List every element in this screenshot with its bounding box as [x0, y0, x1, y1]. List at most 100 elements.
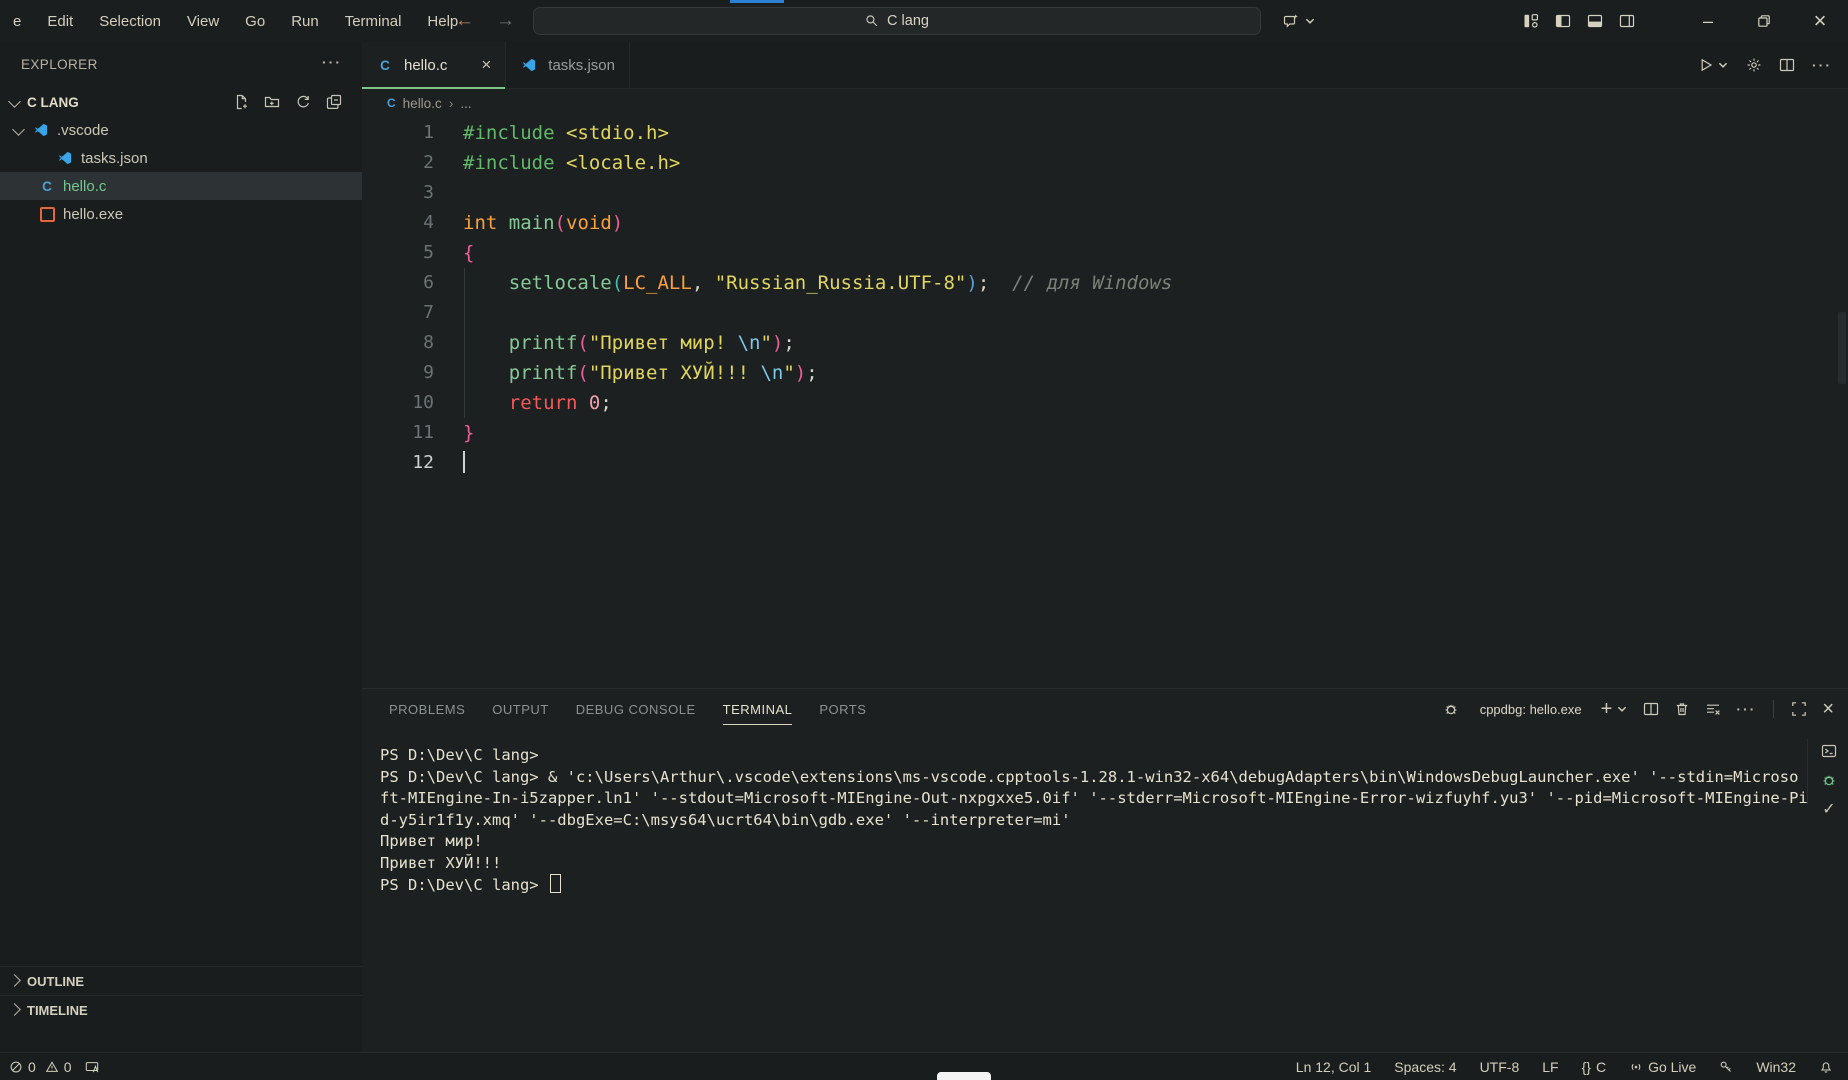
menu-item-view[interactable]: View [174, 9, 232, 34]
toggle-secondary-sidebar-icon[interactable] [1619, 13, 1635, 29]
file-row-.vscode[interactable]: .vscode [0, 116, 362, 144]
debug-bug-icon [1443, 701, 1459, 717]
outline-label: OUTLINE [27, 974, 84, 989]
debug-terminal-bug-icon[interactable] [1817, 768, 1841, 792]
code-line-7: 7 [362, 298, 1848, 328]
vscode-window: eEditSelectionViewGoRunTerminalHelp ← → … [0, 0, 1848, 1080]
platform-status[interactable]: Win32 [1756, 1059, 1796, 1075]
panel-more-icon[interactable]: ··· [1736, 701, 1756, 717]
new-file-icon[interactable] [233, 94, 249, 110]
toggle-panel-icon[interactable] [1587, 13, 1603, 29]
run-button[interactable] [1698, 57, 1729, 73]
restore-button[interactable] [1736, 0, 1792, 42]
terminal-output[interactable]: PS D:\Dev\C lang> PS D:\Dev\C lang> & 'c… [380, 745, 1808, 897]
title-bar: eEditSelectionViewGoRunTerminalHelp ← → … [0, 0, 1848, 43]
vscode-icon [522, 58, 536, 72]
menu-item-terminal[interactable]: Terminal [332, 9, 415, 34]
tab-label: tasks.json [548, 57, 615, 74]
tab-tasks.json[interactable]: tasks.json [506, 42, 630, 88]
menu-item-e[interactable]: e [0, 9, 34, 34]
close-button[interactable]: × [1792, 0, 1848, 42]
outline-section[interactable]: OUTLINE [0, 966, 362, 995]
file-row-hello.c[interactable]: Chello.c [0, 172, 362, 200]
explorer-more-icon[interactable]: ··· [322, 54, 342, 70]
screencast-status-icon[interactable] [85, 1060, 99, 1074]
vscode-icon [34, 123, 48, 137]
explorer-sidebar: EXPLORER ··· C LANG .vscodetasks [0, 42, 363, 1052]
terminal-line: PS D:\Dev\C lang> [380, 745, 1808, 767]
key-icon[interactable] [1719, 1060, 1733, 1074]
debug-session-label[interactable]: cppdbg: hello.exe [1480, 702, 1582, 717]
panel-tab-debug-console[interactable]: DEBUG CONSOLE [576, 698, 696, 721]
collapse-folders-icon[interactable] [326, 94, 342, 110]
tab-hello.c[interactable]: Chello.c× [362, 42, 506, 88]
eol-status[interactable]: LF [1542, 1059, 1558, 1075]
timeline-label: TIMELINE [27, 1003, 88, 1018]
breadcrumb[interactable]: C hello.c › ... [362, 88, 1848, 118]
new-terminal-button[interactable]: + [1601, 698, 1629, 721]
menu-item-go[interactable]: Go [232, 9, 278, 34]
close-icon[interactable]: × [481, 55, 491, 75]
terminal-line: d-y5ir1f1y.xmq' '--dbgExe=C:\msys64\ucrt… [380, 810, 1808, 832]
file-row-hello.exe[interactable]: hello.exe [0, 200, 362, 228]
editor-tab-bar: Chello.c× tasks.json [362, 42, 1848, 89]
chevron-down-icon [1304, 15, 1316, 27]
go-live-button[interactable]: Go Live [1629, 1059, 1696, 1075]
indentation-status[interactable]: Spaces: 4 [1394, 1059, 1456, 1075]
powershell-terminal-icon[interactable] [1817, 739, 1841, 763]
editor-more-icon[interactable]: ··· [1812, 57, 1832, 73]
menu-bar: eEditSelectionViewGoRunTerminalHelp [0, 9, 471, 34]
error-icon [9, 1060, 23, 1074]
panel-tab-problems[interactable]: PROBLEMS [389, 698, 465, 721]
bell-icon[interactable] [1819, 1060, 1833, 1074]
toggle-sidebar-icon[interactable] [1555, 13, 1571, 29]
back-arrow-icon[interactable]: ← [455, 10, 474, 32]
c-file-icon: C [42, 179, 52, 194]
customize-layout-icon[interactable] [1523, 13, 1539, 29]
taskbar-peek [937, 1072, 991, 1080]
maximize-panel-icon[interactable] [1791, 701, 1807, 717]
folder-section-header[interactable]: C LANG [0, 88, 362, 116]
copilot-button[interactable] [1283, 0, 1316, 42]
code-line-3: 3 [362, 178, 1848, 208]
kill-terminal-icon[interactable] [1674, 701, 1690, 717]
terminal-line: Привет мир! [380, 831, 1808, 853]
split-editor-icon[interactable] [1779, 57, 1795, 73]
new-folder-icon[interactable] [264, 94, 280, 110]
indent-guide [464, 268, 465, 418]
code-editor[interactable]: 1#include <stdio.h>2#include <locale.h>3… [362, 118, 1848, 688]
split-terminal-icon[interactable] [1643, 701, 1659, 717]
forward-arrow-icon[interactable]: → [496, 10, 515, 32]
code-line-4: 4int main(void) [362, 208, 1848, 238]
encoding-status[interactable]: UTF-8 [1480, 1059, 1520, 1075]
command-center-search[interactable]: C lang [533, 7, 1261, 35]
panel-tab-output[interactable]: OUTPUT [492, 698, 548, 721]
cursor-position-status[interactable]: Ln 12, Col 1 [1296, 1059, 1372, 1075]
menu-item-selection[interactable]: Selection [86, 9, 174, 34]
problems-status[interactable]: 0 0 [9, 1059, 72, 1075]
task-check-icon[interactable]: ✓ [1817, 797, 1841, 821]
minimize-button[interactable]: – [1680, 0, 1736, 42]
clear-terminal-icon[interactable] [1705, 701, 1721, 717]
code-line-2: 2#include <locale.h> [362, 148, 1848, 178]
panel-tab-ports[interactable]: PORTS [819, 698, 866, 721]
search-icon [865, 14, 879, 28]
language-mode-status[interactable]: {} C [1582, 1059, 1606, 1075]
menu-item-run[interactable]: Run [278, 9, 332, 34]
chevron-down-icon [8, 95, 21, 108]
text-cursor [463, 451, 465, 473]
timeline-section[interactable]: TIMELINE [0, 995, 362, 1024]
gear-icon[interactable] [1746, 57, 1762, 73]
refresh-icon[interactable] [295, 94, 311, 110]
panel-tab-terminal[interactable]: TERMINAL [723, 698, 793, 721]
code-line-1: 1#include <stdio.h> [362, 118, 1848, 148]
broadcast-icon [1629, 1060, 1643, 1074]
code-line-5: 5{ [362, 238, 1848, 268]
file-row-tasks.json[interactable]: tasks.json [0, 144, 362, 172]
menu-item-edit[interactable]: Edit [34, 9, 86, 34]
file-label: hello.c [63, 178, 106, 195]
editor-scrollbar[interactable] [1838, 312, 1846, 384]
close-panel-icon[interactable]: × [1822, 698, 1834, 721]
explorer-title: EXPLORER [21, 57, 98, 72]
top-accent-strip [730, 0, 784, 3]
